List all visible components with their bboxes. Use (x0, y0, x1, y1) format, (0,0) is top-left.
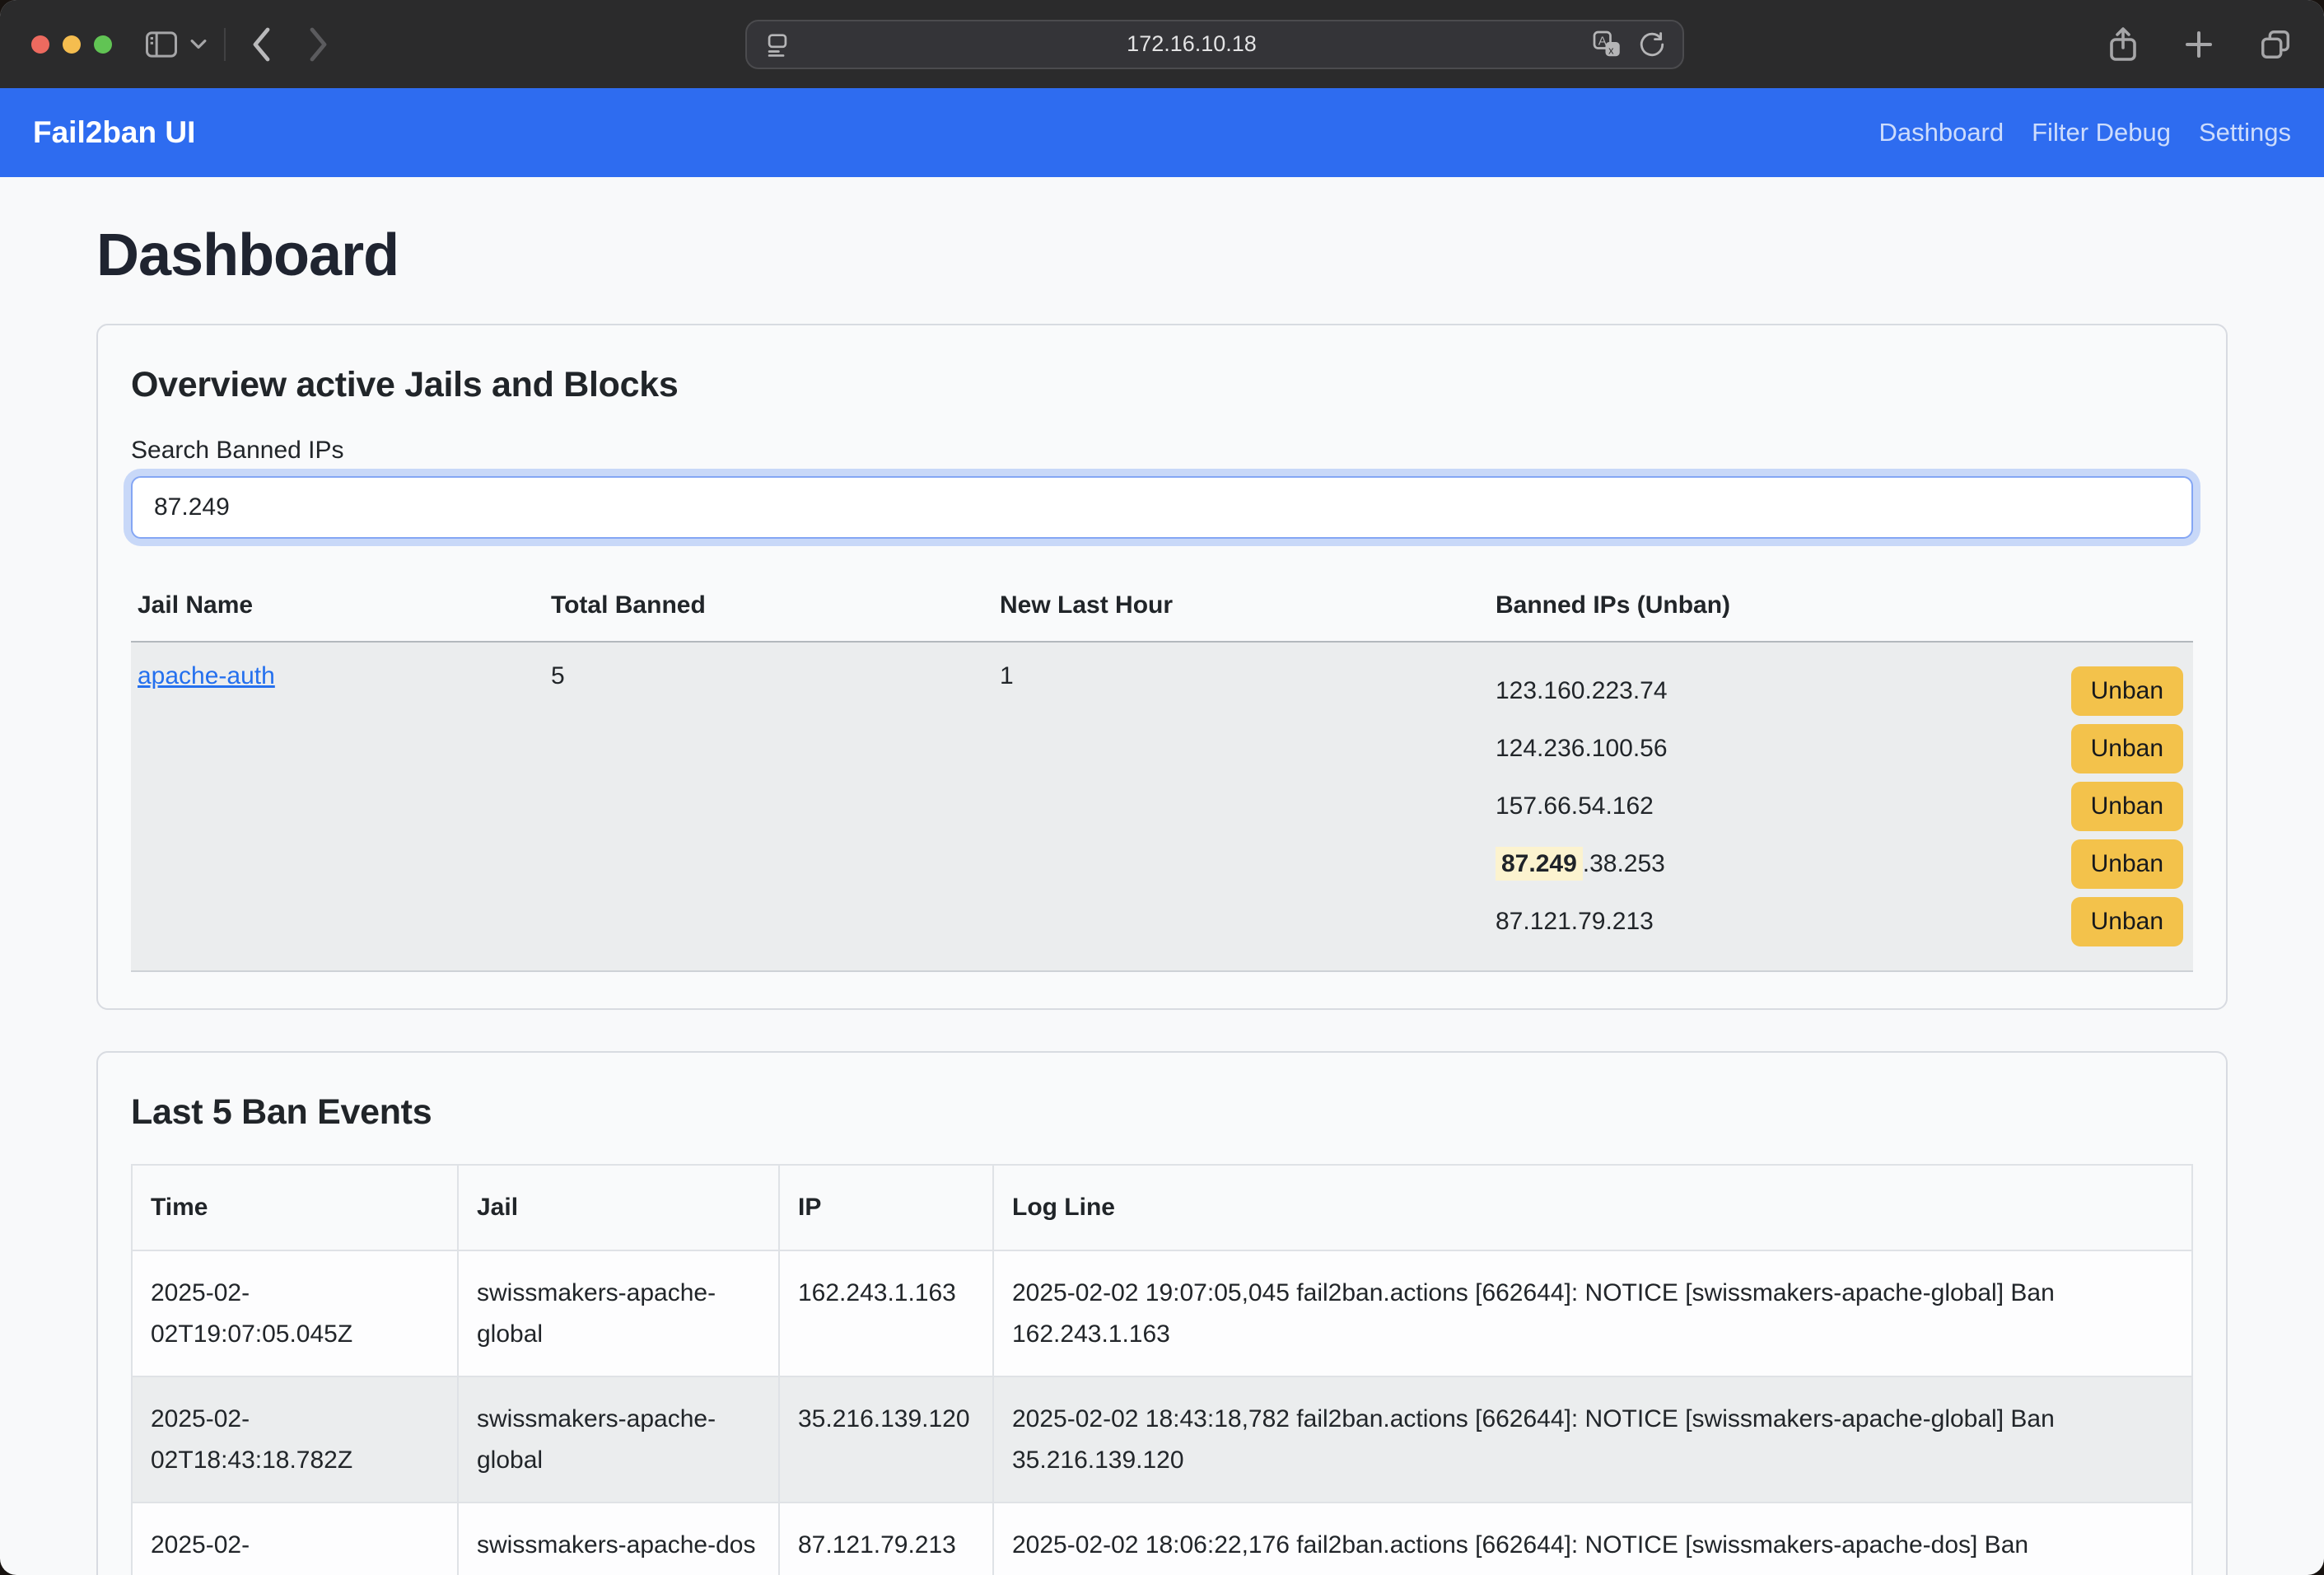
event-jail: swissmakers-apache-global (458, 1250, 779, 1376)
banned-ip-row: 157.66.54.162 Unban (1496, 778, 2186, 835)
event-jail: swissmakers-apache-global (458, 1376, 779, 1503)
url-text[interactable]: 172.16.10.18 (791, 31, 1592, 57)
reader-icon[interactable] (763, 30, 791, 58)
col-header-jail: Jail (458, 1165, 779, 1250)
search-match-highlight: 87.249 (1496, 847, 1583, 881)
tab-overview-icon[interactable] (2258, 27, 2293, 62)
event-time: 2025-02-02T19:07:05.045Z (132, 1250, 458, 1376)
jail-row: apache-auth51123.160.223.74Unban124.236.… (131, 642, 2193, 971)
unban-button[interactable]: Unban (2071, 897, 2183, 946)
sidebar-icon[interactable] (145, 30, 178, 58)
jail-name-link[interactable]: apache-auth (138, 662, 275, 689)
events-card: Last 5 Ban Events Time Jail IP Log Line … (96, 1051, 2228, 1575)
back-icon[interactable] (249, 26, 273, 63)
jails-table: Jail Name Total Banned New Last Hour Ban… (131, 577, 2193, 972)
col-header-total-banned: Total Banned (544, 577, 993, 642)
ban-event-row: 2025-02-02T18:06:22.176Zswissmakers-apac… (132, 1503, 2192, 1575)
ban-event-row: 2025-02-02T18:43:18.782Zswissmakers-apac… (132, 1376, 2192, 1503)
nav-link-settings[interactable]: Settings (2185, 118, 2291, 147)
toolbar-divider (224, 28, 226, 61)
col-header-log-line: Log Line (993, 1165, 2192, 1250)
overview-card: Overview active Jails and Blocks Search … (96, 324, 2228, 1010)
svg-text:x: x (1608, 44, 1614, 56)
col-header-banned-ips: Banned IPs (Unban) (1489, 577, 2193, 642)
events-card-title: Last 5 Ban Events (131, 1092, 2193, 1133)
close-window-button[interactable] (31, 35, 49, 54)
overview-card-title: Overview active Jails and Blocks (131, 365, 2193, 405)
new-tab-icon[interactable] (2182, 28, 2215, 61)
search-banned-ips-input[interactable] (131, 476, 2193, 539)
banned-ip-row: 123.160.223.74 Unban (1496, 662, 2186, 720)
minimize-window-button[interactable] (63, 35, 81, 54)
events-table-header-row: Time Jail IP Log Line (132, 1165, 2192, 1250)
col-header-new-last-hour: New Last Hour (993, 577, 1489, 642)
app-navbar: Fail2ban UI Dashboard Filter Debug Setti… (0, 88, 2324, 177)
event-time: 2025-02-02T18:06:22.176Z (132, 1503, 458, 1575)
banned-ip-address: 124.236.100.56 (1496, 735, 1668, 763)
window-controls (31, 35, 112, 54)
event-jail: swissmakers-apache-dos (458, 1503, 779, 1575)
app-brand[interactable]: Fail2ban UI (33, 115, 195, 150)
event-log-line: 2025-02-02 18:43:18,782 fail2ban.actions… (993, 1376, 2192, 1503)
page-content: Dashboard Overview active Jails and Bloc… (0, 177, 2324, 1575)
page-title: Dashboard (96, 222, 2228, 289)
address-bar[interactable]: 172.16.10.18 A x (745, 20, 1684, 69)
banned-ip-row: 87.121.79.213 Unban (1496, 893, 2186, 951)
new-last-hour-value: 1 (993, 642, 1489, 971)
banned-ip-address: 87.121.79.213 (1496, 908, 1654, 936)
ban-event-row: 2025-02-02T19:07:05.045Zswissmakers-apac… (132, 1250, 2192, 1376)
chevron-down-icon[interactable] (189, 39, 208, 50)
browser-window: 172.16.10.18 A x (0, 0, 2324, 1575)
col-header-time: Time (132, 1165, 458, 1250)
search-banned-ips-label: Search Banned IPs (131, 437, 2193, 465)
unban-button[interactable]: Unban (2071, 782, 2183, 831)
event-ip: 87.121.79.213 (779, 1503, 993, 1575)
events-table: Time Jail IP Log Line 2025-02-02T19:07:0… (131, 1164, 2193, 1575)
event-ip: 162.243.1.163 (779, 1250, 993, 1376)
total-banned-value: 5 (544, 642, 993, 971)
unban-button[interactable]: Unban (2071, 724, 2183, 773)
forward-icon[interactable] (306, 26, 331, 63)
share-icon[interactable] (2107, 26, 2140, 63)
unban-button[interactable]: Unban (2071, 839, 2183, 889)
nav-links: Dashboard Filter Debug Settings (1864, 118, 2291, 147)
nav-link-dashboard[interactable]: Dashboard (1864, 118, 2018, 147)
banned-ip-address: 157.66.54.162 (1496, 792, 1654, 820)
banned-ip-address: 87.249.38.253 (1496, 850, 1665, 878)
nav-link-filter-debug[interactable]: Filter Debug (2018, 118, 2185, 147)
translate-icon[interactable]: A x (1592, 30, 1622, 59)
event-log-line: 2025-02-02 19:07:05,045 fail2ban.actions… (993, 1250, 2192, 1376)
col-header-jail-name: Jail Name (131, 577, 544, 642)
unban-button[interactable]: Unban (2071, 666, 2183, 716)
reload-icon[interactable] (1638, 30, 1666, 58)
event-time: 2025-02-02T18:43:18.782Z (132, 1376, 458, 1503)
event-ip: 35.216.139.120 (779, 1376, 993, 1503)
banned-ip-address: 123.160.223.74 (1496, 677, 1668, 705)
banned-ip-row: 124.236.100.56 Unban (1496, 720, 2186, 778)
banned-ip-row: 87.249.38.253 Unban (1496, 835, 2186, 893)
event-log-line: 2025-02-02 18:06:22,176 fail2ban.actions… (993, 1503, 2192, 1575)
browser-toolbar: 172.16.10.18 A x (0, 0, 2324, 88)
jails-table-header-row: Jail Name Total Banned New Last Hour Ban… (131, 577, 2193, 642)
col-header-ip: IP (779, 1165, 993, 1250)
svg-text:A: A (1598, 34, 1607, 48)
zoom-window-button[interactable] (94, 35, 112, 54)
